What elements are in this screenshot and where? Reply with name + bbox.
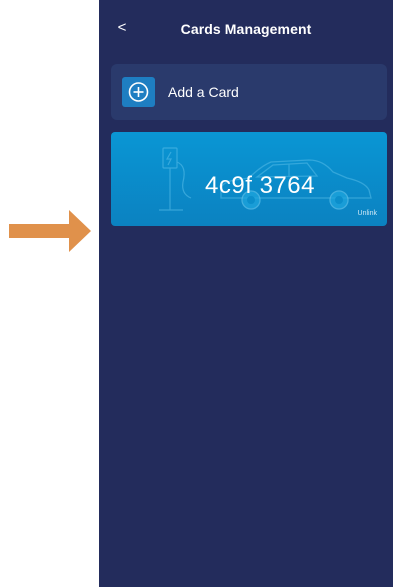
page-title: Cards Management (180, 21, 312, 37)
add-card-button[interactable]: Add a Card (111, 64, 387, 120)
card-number: 4c9f 3764 (205, 172, 315, 199)
charging-card[interactable]: 4c9f 3764 Unlink (111, 132, 387, 226)
arrow-right-icon (9, 210, 91, 252)
unlink-link[interactable]: Unlink (358, 210, 377, 217)
header: < Cards Management (99, 0, 393, 58)
app-screen: < Cards Management Add a Card 4c9f 3764 … (99, 0, 393, 587)
plus-circle-icon (122, 77, 155, 107)
page: < Cards Management Add a Card 4c9f 3764 … (0, 0, 393, 587)
add-card-label: Add a Card (168, 84, 239, 100)
